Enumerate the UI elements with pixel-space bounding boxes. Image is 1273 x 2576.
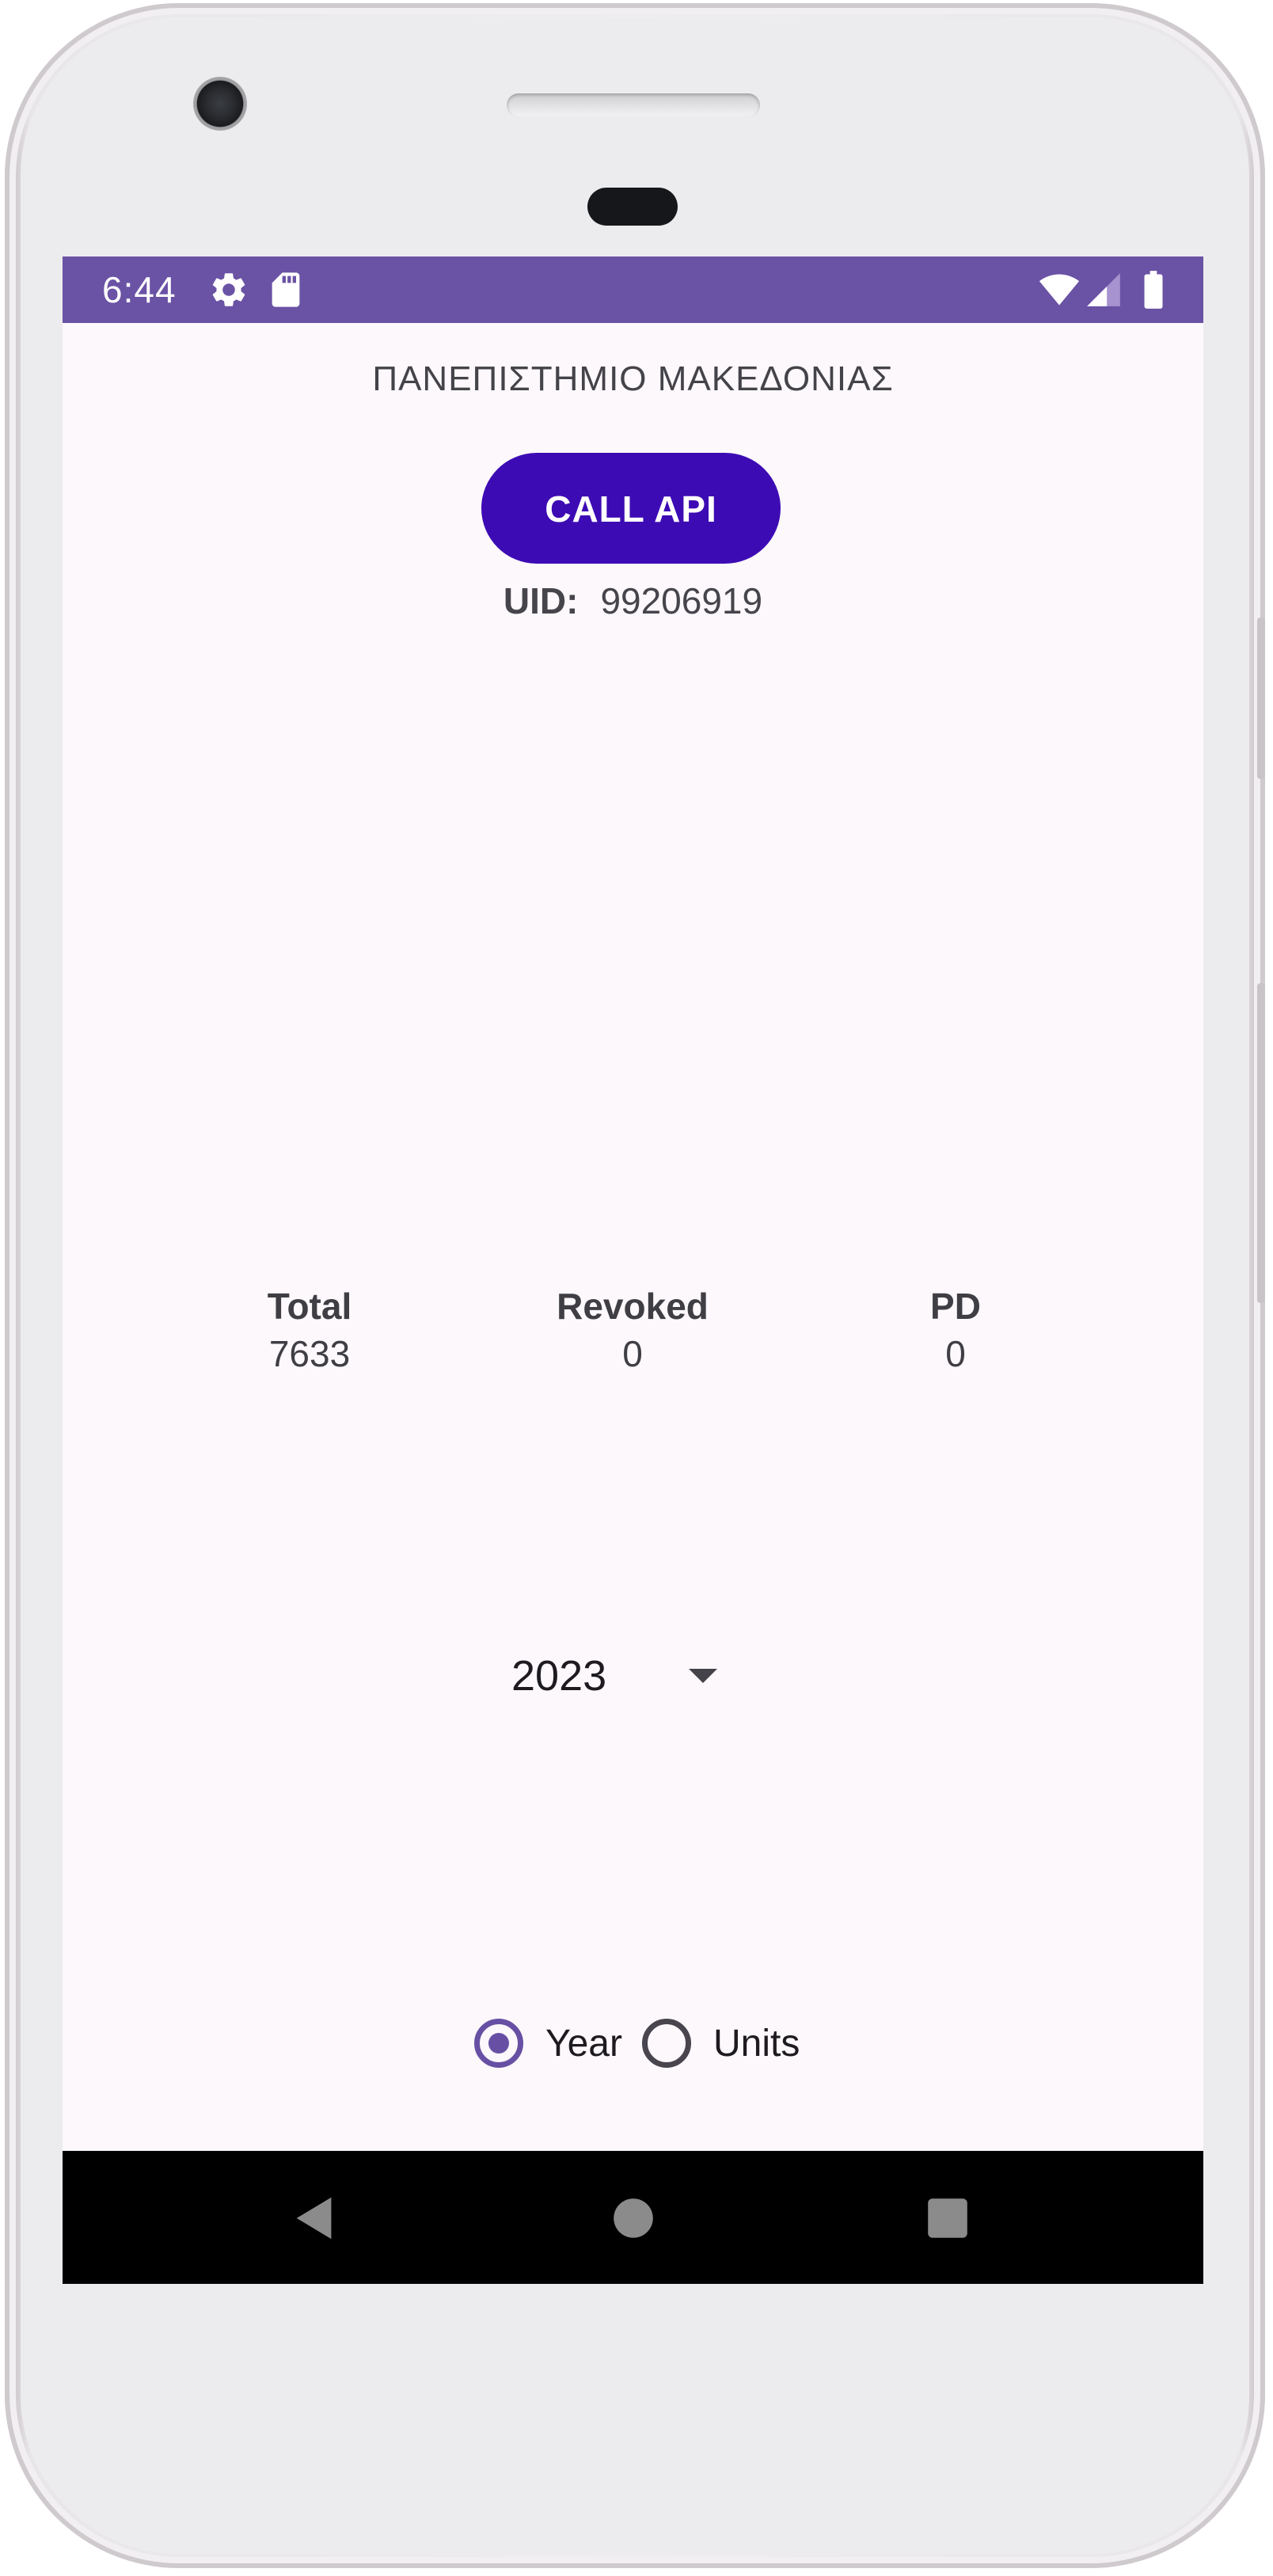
stat-revoked-value: 0	[622, 1333, 643, 1374]
year-dropdown[interactable]: 2023	[511, 1637, 765, 1716]
earpiece-speaker	[507, 93, 760, 117]
stat-pd-label: PD	[930, 1286, 981, 1327]
back-icon[interactable]	[287, 2190, 343, 2246]
wifi-icon	[1039, 274, 1080, 306]
sd-card-icon	[272, 272, 300, 307]
stat-revoked-label: Revoked	[557, 1286, 709, 1327]
stat-revoked: Revoked 0	[514, 1284, 751, 1379]
stat-pd-value: 0	[945, 1333, 966, 1374]
signal-icon	[1087, 273, 1120, 306]
recents-icon[interactable]	[920, 2190, 975, 2246]
stat-total-value: 7633	[268, 1333, 351, 1374]
proximity-sensor	[587, 188, 678, 226]
app-screen: 6:44 ΠΑΝΕΠΙΣΤΗΜΙΟ ΜΑΚΕΔΟΝΙΑΣ CALL API UI…	[63, 256, 1203, 2284]
radio-units[interactable]	[642, 2019, 691, 2068]
call-api-button[interactable]: CALL API	[481, 453, 781, 564]
power-button	[1257, 983, 1265, 1303]
volume-button	[1257, 617, 1265, 779]
home-icon[interactable]	[606, 2190, 661, 2246]
year-dropdown-value: 2023	[511, 1652, 607, 1700]
battery-icon	[1144, 271, 1163, 309]
radio-units-label[interactable]: Units	[713, 2022, 800, 2066]
settings-icon	[212, 273, 245, 306]
radio-year[interactable]	[474, 2019, 523, 2068]
front-camera	[193, 77, 247, 131]
dropdown-arrow-icon	[689, 1669, 717, 1683]
stat-total-label: Total	[267, 1286, 352, 1327]
page-title: ΠΑΝΕΠΙΣΤΗΜΙΟ ΜΑΚΕΔΟΝΙΑΣ	[372, 359, 894, 398]
stat-pd: PD 0	[837, 1284, 1074, 1379]
navigation-bar	[63, 2151, 1203, 2284]
status-bar: 6:44	[63, 256, 1203, 323]
status-time: 6:44	[102, 269, 177, 310]
radio-selected-dot	[488, 2033, 509, 2054]
stat-total: Total 7633	[191, 1284, 428, 1379]
radio-year-label[interactable]: Year	[545, 2022, 622, 2066]
uid-row: UID: 99206919	[63, 579, 1203, 622]
uid-label: UID:	[503, 580, 579, 621]
uid-value: 99206919	[600, 580, 763, 621]
